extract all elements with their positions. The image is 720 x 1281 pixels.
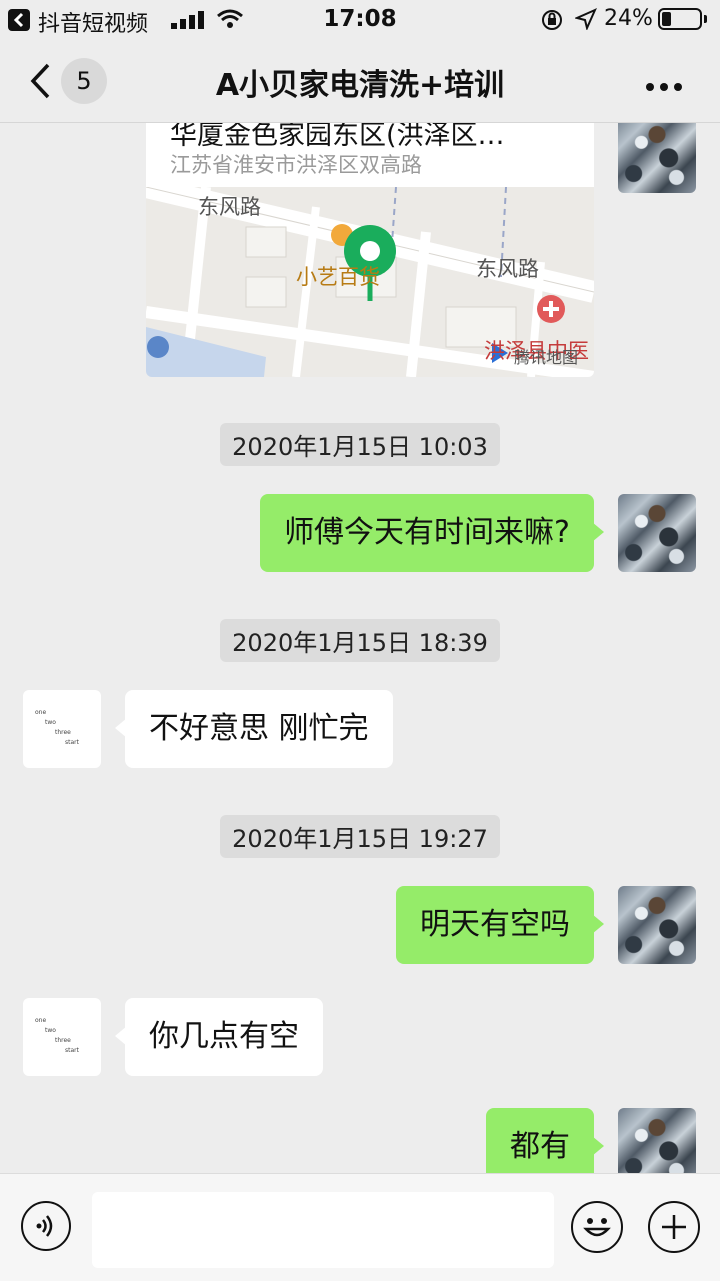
my-message-bubble[interactable]: 师傅今天有时间来嘛? <box>260 494 604 572</box>
more-actions-button[interactable] <box>648 1201 700 1253</box>
contact-message-bubble[interactable]: 不好意思 刚忙完 <box>115 690 393 768</box>
map-provider-label: 腾讯地图 <box>514 348 579 367</box>
rotation-lock-icon <box>542 10 562 30</box>
message-text-input[interactable] <box>92 1192 554 1268</box>
my-avatar[interactable] <box>618 886 696 964</box>
my-avatar[interactable] <box>618 123 696 193</box>
contact-avatar[interactable]: one two three start <box>23 690 101 768</box>
my-avatar[interactable] <box>618 494 696 572</box>
message-timestamp: 2020年1月15日 10:03 <box>0 423 720 466</box>
plus-icon <box>662 1215 686 1239</box>
location-message-card[interactable]: 华厦金色家园东区(洪泽区… 江苏省淮安市洪泽区双高路 东风路 东风路 小艺百货 … <box>146 123 594 377</box>
battery-icon <box>658 8 702 30</box>
location-title: 华厦金色家园东区(洪泽区… <box>170 123 505 151</box>
contact-avatar[interactable]: one two three start <box>23 998 101 1076</box>
map-label-shop: 小艺百货 <box>296 265 380 289</box>
my-avatar[interactable] <box>618 1108 696 1173</box>
status-bar: 抖音短视频 17:08 24% <box>0 0 720 40</box>
battery-level <box>662 12 671 26</box>
chat-header: 5 A小贝家电清洗+培训 <box>0 40 720 123</box>
map-label-road: 东风路 <box>198 195 261 219</box>
my-message-bubble[interactable]: 明天有空吗 <box>396 886 604 964</box>
message-input-bar <box>0 1173 720 1281</box>
emoji-button[interactable] <box>571 1201 623 1253</box>
voice-input-button[interactable] <box>21 1201 71 1251</box>
smiley-icon <box>583 1218 611 1237</box>
message-timestamp: 2020年1月15日 19:27 <box>0 815 720 858</box>
map-label-road: 东风路 <box>476 257 539 281</box>
location-address: 江苏省淮安市洪泽区双高路 <box>170 153 422 177</box>
battery-percent: 24% <box>604 6 653 31</box>
more-options-icon[interactable] <box>646 76 688 95</box>
message-list[interactable]: 华厦金色家园东区(洪泽区… 江苏省淮安市洪泽区双高路 东风路 东风路 小艺百货 … <box>0 123 720 1173</box>
my-message-bubble[interactable]: 都有 <box>486 1108 604 1173</box>
chat-title: A小贝家电清洗+培训 <box>215 68 505 103</box>
location-map-thumbnail: 东风路 东风路 小艺百货 洪泽县中医 腾讯地图 <box>146 187 594 377</box>
location-arrow-icon <box>575 8 597 30</box>
voice-icon <box>36 1215 53 1237</box>
message-timestamp: 2020年1月15日 18:39 <box>0 619 720 662</box>
battery-tip <box>704 15 707 23</box>
contact-message-bubble[interactable]: 你几点有空 <box>115 998 323 1076</box>
